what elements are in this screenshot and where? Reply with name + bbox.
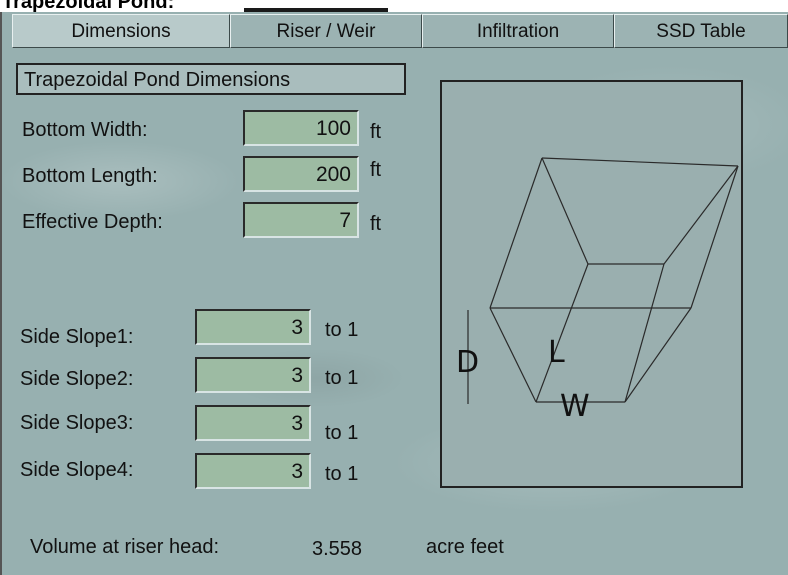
effective-depth-unit: ft — [370, 213, 382, 235]
top-face-back-edge — [541, 157, 739, 167]
side-slope3-label: Side Slope3: — [20, 412, 134, 434]
bottom-length-unit: ft — [370, 159, 382, 181]
length-label: L — [548, 335, 565, 370]
effective-depth-label: Effective Depth: — [22, 211, 163, 233]
bottom-left-side-edge — [535, 263, 589, 403]
volume-value: 3.558 — [312, 538, 363, 560]
right-back-diagonal-edge — [690, 165, 739, 309]
side-slope4-unit: to 1 — [325, 463, 359, 485]
bottom-right-side-edge — [624, 263, 665, 403]
bottom-length-field[interactable]: 200 — [243, 156, 359, 192]
tab-ssd-table[interactable]: SSD Table — [614, 14, 788, 48]
volume-unit: acre feet — [426, 536, 504, 558]
pond-wireframe: D L W — [456, 157, 739, 424]
side-slope1-field[interactable]: 3 — [195, 309, 311, 345]
side-slope3-unit: to 1 — [325, 422, 359, 444]
depth-label: D — [456, 345, 479, 380]
side-slope4-label: Side Slope4: — [20, 459, 134, 481]
tab-riser-weir[interactable]: Riser / Weir — [230, 14, 422, 48]
side-slope4-field[interactable]: 3 — [195, 453, 311, 489]
tab-dimensions[interactable]: Dimensions — [12, 14, 230, 48]
group-title: Trapezoidal Pond Dimensions — [16, 63, 406, 95]
bottom-length-label: Bottom Length: — [22, 165, 158, 187]
bottom-width-label: Bottom Width: — [22, 119, 148, 141]
pond-diagram: D L W — [440, 80, 743, 488]
bottom-width-unit: ft — [370, 121, 382, 143]
side-slope2-unit: to 1 — [325, 367, 359, 389]
left-inner-edge — [541, 157, 589, 265]
side-slope1-label: Side Slope1: — [20, 326, 134, 348]
left-back-diagonal-edge — [489, 157, 543, 309]
right-inner-edge — [663, 165, 739, 265]
tab-infiltration[interactable]: Infiltration — [422, 14, 614, 48]
effective-depth-field[interactable]: 7 — [243, 202, 359, 238]
wall-right-front-edge — [624, 307, 692, 403]
width-label: W — [560, 389, 590, 424]
side-slope1-unit: to 1 — [325, 319, 359, 341]
side-slope2-label: Side Slope2: — [20, 368, 134, 390]
side-slope3-field[interactable]: 3 — [195, 405, 311, 441]
bottom-width-field[interactable]: 100 — [243, 110, 359, 146]
side-slope2-field[interactable]: 3 — [195, 357, 311, 393]
volume-label: Volume at riser head: — [30, 536, 219, 558]
wall-left-front-edge — [489, 307, 537, 403]
